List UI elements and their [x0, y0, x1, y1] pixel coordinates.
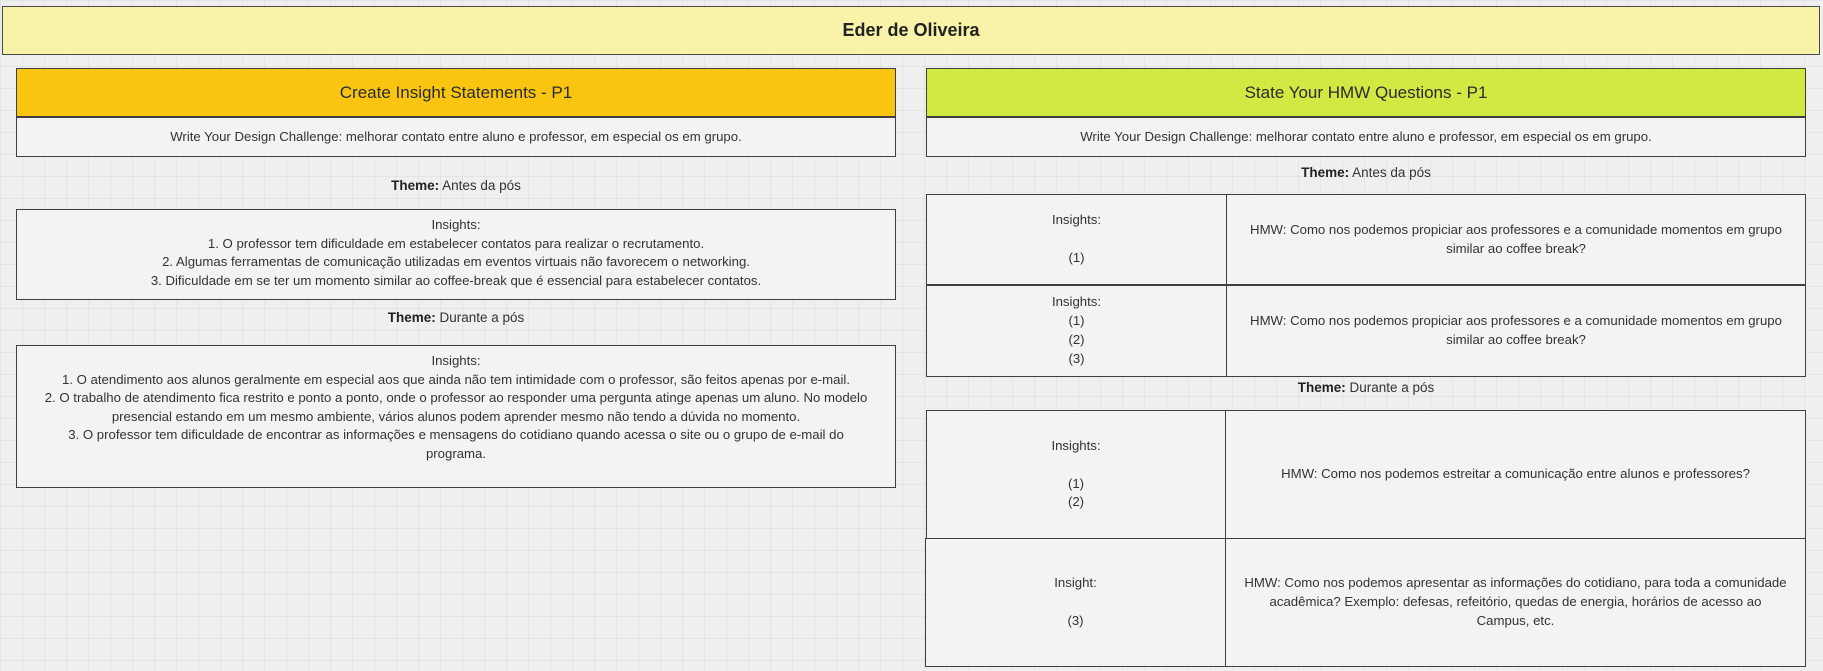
insight-label: Insights:	[1051, 212, 1102, 228]
hmw-insight-ref-cell: Insights: (1) (2) (3)	[926, 285, 1227, 377]
insight-item: 2. Algumas ferramentas de comunicação ut…	[162, 254, 750, 269]
hmw-question-text: HMW: Como nos podemos propiciar aos prof…	[1250, 313, 1782, 347]
theme-value: Antes da pós	[1352, 165, 1431, 180]
right-design-challenge-text: Write Your Design Challenge: melhorar co…	[1080, 128, 1652, 144]
insight-item: 1. O professor tem dificuldade em estabe…	[207, 235, 705, 251]
insight-item: 3. O professor tem dificuldade de encont…	[68, 427, 844, 461]
hmw-question-cell: HMW: Como nos podemos propiciar aos prof…	[1226, 194, 1806, 285]
left-theme-durante: Theme: Durante a pós	[16, 310, 896, 325]
theme-label: Theme:	[387, 310, 436, 325]
insight-label: Insight:	[1054, 575, 1097, 591]
hmw-question-text: HMW: Como nos podemos propiciar aos prof…	[1250, 221, 1782, 256]
insight-ref: (1)	[1067, 475, 1085, 491]
insights-title: Insights:	[431, 217, 481, 232]
insight-ref: (2)	[1067, 494, 1085, 510]
hmw-question-text: HMW: Como nos podemos estreitar a comuni…	[1281, 466, 1750, 482]
left-theme-antes: Theme: Antes da pós	[16, 178, 896, 193]
insights-box-durante: Insights: 1. O atendimento aos alunos ge…	[16, 345, 896, 488]
hmw-insight-ref-cell: Insight: (3)	[925, 538, 1226, 667]
theme-value: Antes da pós	[442, 178, 521, 193]
right-theme-antes: Theme: Antes da pós	[926, 165, 1806, 180]
hmw-insight-ref-cell: Insights: (1) (2)	[926, 410, 1226, 539]
insight-ref: (3)	[1068, 350, 1085, 366]
insight-ref: (2)	[1068, 332, 1085, 347]
insight-label: Insights:	[1051, 294, 1102, 310]
left-design-challenge-text: Write Your Design Challenge: melhorar co…	[170, 128, 742, 144]
hmw-questions-header: State Your HMW Questions - P1	[926, 68, 1806, 117]
hmw-question-cell: HMW: Como nos podemos propiciar aos prof…	[1226, 285, 1806, 377]
insight-item: 1. O atendimento aos alunos geralmente e…	[61, 371, 851, 387]
insight-label: Insights:	[1051, 437, 1101, 453]
hmw-question-cell: HMW: Como nos podemos estreitar a comuni…	[1225, 410, 1806, 539]
insights-title: Insights:	[431, 353, 481, 368]
insight-ref: (3)	[1067, 612, 1084, 628]
theme-label: Theme:	[1297, 380, 1346, 395]
insight-ref: (1)	[1068, 249, 1085, 265]
board-title: Eder de Oliveira	[2, 6, 1820, 55]
insights-box-antes: Insights: 1. O professor tem dificuldade…	[16, 209, 896, 300]
theme-value: Durante a pós	[439, 310, 525, 325]
theme-label: Theme:	[1301, 165, 1350, 180]
insight-item: 3. Dificuldade em se ter um momento simi…	[150, 272, 762, 288]
hmw-question-cell: HMW: Como nos podemos apresentar as info…	[1225, 538, 1806, 667]
right-design-challenge: Write Your Design Challenge: melhorar co…	[926, 117, 1806, 157]
hmw-insight-ref-cell: Insights: (1)	[926, 194, 1227, 285]
insight-ref: (1)	[1068, 313, 1085, 329]
theme-value: Durante a pós	[1349, 380, 1435, 395]
insight-item: 2. O trabalho de atendimento fica restri…	[44, 390, 868, 424]
insight-statements-header: Create Insight Statements - P1	[16, 68, 896, 117]
hmw-question-text: HMW: Como nos podemos apresentar as info…	[1244, 575, 1787, 628]
right-theme-durante: Theme: Durante a pós	[926, 380, 1806, 395]
left-design-challenge: Write Your Design Challenge: melhorar co…	[16, 117, 896, 157]
theme-label: Theme:	[391, 178, 440, 193]
